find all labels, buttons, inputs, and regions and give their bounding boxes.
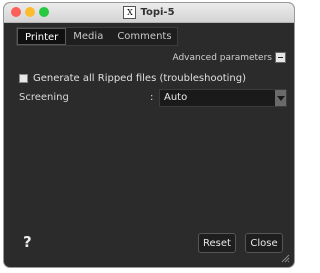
dropdown-arrow-icon[interactable]: [275, 90, 286, 106]
screening-selected-value: Auto: [164, 92, 188, 103]
screening-separator: :: [150, 92, 154, 103]
resize-grip-icon[interactable]: [281, 254, 290, 263]
generate-ripped-label: Generate all Ripped files (troubleshooti…: [33, 73, 246, 84]
generate-ripped-checkbox[interactable]: [19, 74, 28, 83]
tab-media[interactable]: Media: [66, 28, 110, 45]
reset-button[interactable]: Reset: [198, 233, 236, 253]
collapse-advanced-button[interactable]: [275, 52, 286, 63]
help-button[interactable]: ?: [23, 233, 32, 251]
close-button[interactable]: Close: [245, 233, 283, 253]
title-bar[interactable]: X Topi-5: [4, 3, 294, 23]
window-title: Topi-5: [140, 7, 175, 18]
dialog-window: X Topi-5 Printer Media Comments Advanced…: [4, 3, 294, 267]
advanced-parameters-label: Advanced parameters: [172, 52, 272, 63]
tab-comments[interactable]: Comments: [110, 28, 178, 45]
title-group: X Topi-5: [4, 3, 294, 22]
screening-label: Screening: [19, 92, 69, 103]
advanced-parameters-row: Advanced parameters: [172, 52, 286, 63]
app-icon: X: [123, 6, 137, 19]
generate-ripped-option[interactable]: Generate all Ripped files (troubleshooti…: [19, 73, 246, 84]
tab-bar: Printer Media Comments: [16, 27, 178, 46]
screening-select[interactable]: Auto: [159, 89, 287, 107]
tab-printer[interactable]: Printer: [17, 28, 67, 45]
